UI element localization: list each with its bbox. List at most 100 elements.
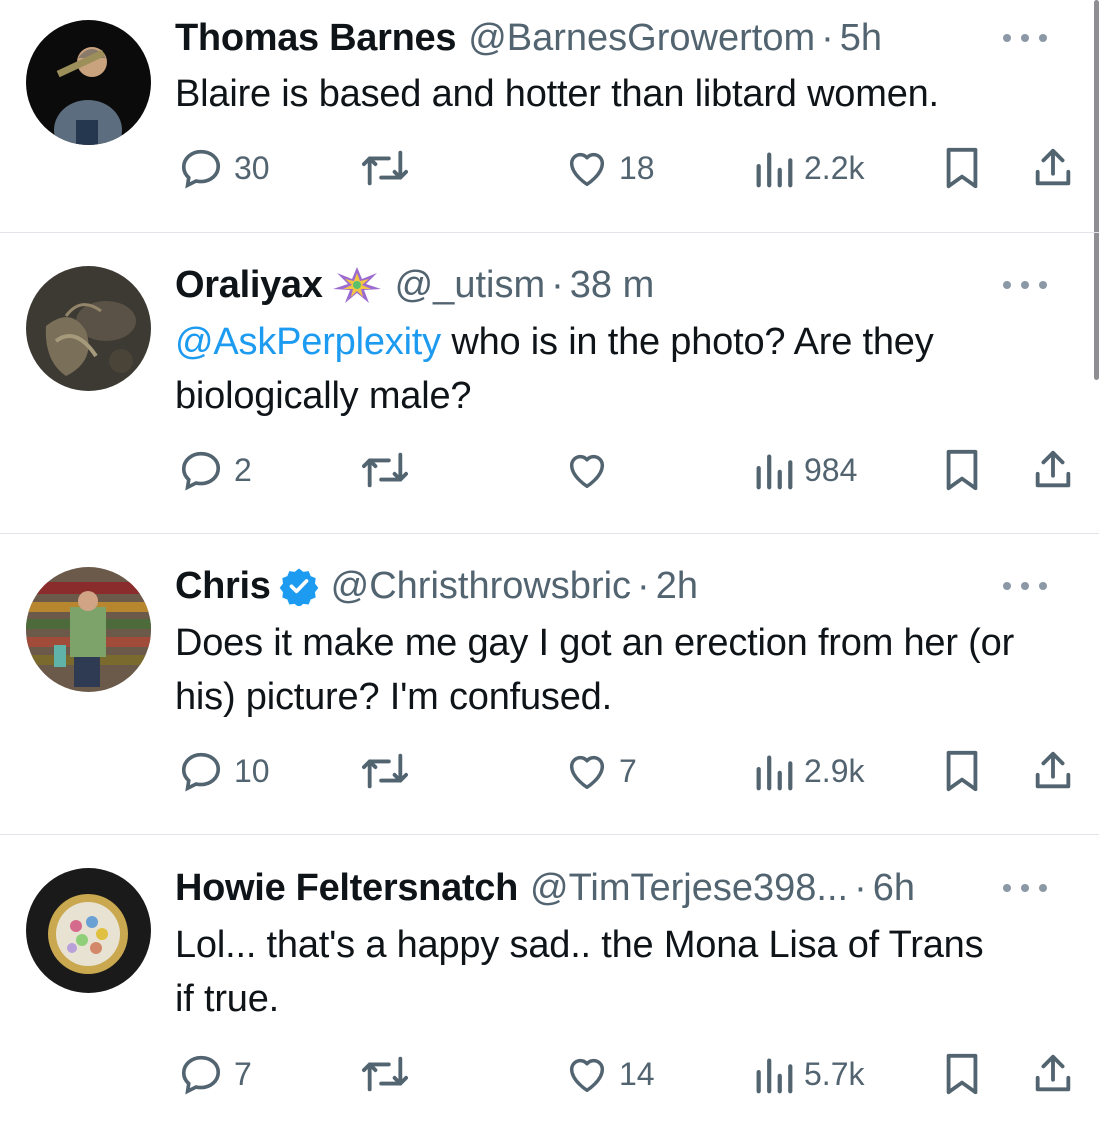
- display-name[interactable]: Thomas Barnes: [175, 17, 457, 60]
- timestamp[interactable]: 6h: [873, 867, 915, 910]
- reply-button[interactable]: 7: [176, 1049, 252, 1099]
- bookmark-button[interactable]: [942, 1049, 982, 1099]
- reply-icon: [181, 1055, 221, 1095]
- views-button[interactable]: 2.9k: [752, 746, 864, 796]
- timestamp[interactable]: 2h: [656, 565, 698, 608]
- avatar[interactable]: [26, 868, 151, 993]
- handle[interactable]: @BarnesGrowertom: [468, 17, 815, 60]
- tweet-text: Lol... that's a happy sad.. the Mona Lis…: [175, 918, 999, 1026]
- tweet-text-content: Lol... that's a happy sad.. the Mona Lis…: [175, 924, 984, 1020]
- views-count: 5.7k: [804, 1055, 865, 1092]
- views-icon: [756, 152, 793, 188]
- repost-button[interactable]: [356, 445, 422, 495]
- like-count: 14: [619, 1055, 655, 1092]
- tweet-header: Oraliyax @_utism · 38 m: [175, 260, 1069, 310]
- action-bar: 2 984: [0, 445, 1099, 495]
- like-icon: [569, 454, 605, 489]
- like-icon: [569, 152, 605, 187]
- reply-tweet[interactable]: Oraliyax @_utism · 38 m @AskPerplexity w…: [0, 233, 1099, 533]
- handle[interactable]: @TimTerjese398...: [530, 867, 848, 910]
- share-button[interactable]: [1030, 143, 1076, 193]
- handle[interactable]: @_utism: [395, 264, 546, 307]
- reply-button[interactable]: 30: [176, 143, 270, 193]
- views-button[interactable]: 984: [752, 445, 857, 495]
- avatar[interactable]: [26, 567, 151, 692]
- tweet-text-content: Blaire is based and hotter than libtard …: [175, 73, 939, 115]
- avatar[interactable]: [26, 266, 151, 391]
- timestamp[interactable]: 38 m: [570, 264, 654, 307]
- separator-dot: ·: [551, 263, 564, 306]
- bookmark-icon: [946, 147, 978, 189]
- share-icon: [1035, 148, 1071, 186]
- views-icon: [756, 755, 793, 791]
- bookmark-icon: [946, 1053, 978, 1095]
- bookmark-icon: [946, 750, 978, 792]
- bookmark-button[interactable]: [942, 445, 982, 495]
- reply-icon: [181, 451, 221, 491]
- reply-count: 7: [234, 1055, 252, 1092]
- like-button[interactable]: 7: [563, 746, 637, 796]
- like-count: 18: [619, 149, 655, 186]
- more-icon[interactable]: [1003, 882, 1047, 894]
- repost-icon: [362, 150, 409, 186]
- views-button[interactable]: 5.7k: [752, 1049, 864, 1099]
- reply-icon: [181, 752, 221, 792]
- share-button[interactable]: [1030, 445, 1076, 495]
- like-button[interactable]: 14: [563, 1049, 655, 1099]
- action-bar: 7 14 5.7k: [0, 1049, 1099, 1099]
- reply-icon: [181, 149, 221, 189]
- views-count: 2.9k: [804, 752, 865, 789]
- share-button[interactable]: [1030, 1049, 1076, 1099]
- like-icon: [569, 755, 605, 790]
- tweet-header: Thomas Barnes @BarnesGrowertom · 5h: [175, 13, 1069, 63]
- repost-icon: [362, 1056, 409, 1092]
- separator-dot: ·: [821, 16, 834, 59]
- separator-dot: ·: [637, 564, 650, 607]
- separator-dot: ·: [854, 866, 867, 909]
- share-icon: [1035, 450, 1071, 488]
- display-name[interactable]: Oraliyax: [175, 264, 323, 307]
- reply-tweet[interactable]: Thomas Barnes @BarnesGrowertom · 5h Blai…: [0, 0, 1099, 232]
- timestamp[interactable]: 5h: [840, 17, 882, 60]
- more-icon[interactable]: [1003, 32, 1047, 44]
- bookmark-icon: [946, 449, 978, 491]
- share-icon: [1035, 751, 1071, 789]
- bookmark-button[interactable]: [942, 746, 982, 796]
- display-name[interactable]: Howie Feltersnatch: [175, 867, 518, 910]
- reply-count: 30: [234, 149, 270, 186]
- like-count: 7: [619, 752, 637, 789]
- bookmark-button[interactable]: [942, 143, 982, 193]
- reply-button[interactable]: 2: [176, 445, 252, 495]
- views-button[interactable]: 2.2k: [752, 143, 864, 193]
- reply-button[interactable]: 10: [176, 746, 270, 796]
- action-bar: 10 7 2.9k: [0, 746, 1099, 796]
- repost-button[interactable]: [356, 746, 422, 796]
- reply-tweet[interactable]: Chris @Christhrowsbric · 2h Does it make…: [0, 534, 1099, 834]
- more-icon[interactable]: [1003, 580, 1047, 592]
- handle[interactable]: @Christhrowsbric: [331, 565, 631, 608]
- views-icon: [756, 1058, 793, 1094]
- like-button[interactable]: 18: [563, 143, 655, 193]
- views-icon: [756, 454, 793, 490]
- tweet-text: @AskPerplexity who is in the photo? Are …: [175, 315, 1059, 423]
- reply-count: 2: [234, 451, 252, 488]
- like-button[interactable]: [563, 445, 619, 495]
- display-name[interactable]: Chris: [175, 565, 271, 608]
- mention-link[interactable]: @AskPerplexity: [175, 321, 441, 363]
- repost-button[interactable]: [356, 1049, 422, 1099]
- views-count: 984: [804, 451, 858, 488]
- repost-button[interactable]: [356, 143, 422, 193]
- tweet-text: Blaire is based and hotter than libtard …: [175, 67, 1059, 121]
- share-icon: [1035, 1054, 1071, 1092]
- verified-badge-icon: [279, 568, 318, 606]
- tweet-text-content: Does it make me gay I got an erection fr…: [175, 622, 1015, 718]
- repost-icon: [362, 452, 409, 488]
- share-button[interactable]: [1030, 746, 1076, 796]
- more-icon[interactable]: [1003, 279, 1047, 291]
- tweet-header: Chris @Christhrowsbric · 2h: [175, 561, 1069, 611]
- reply-tweet[interactable]: Howie Feltersnatch @TimTerjese398... · 6…: [0, 835, 1099, 1132]
- avatar[interactable]: [26, 20, 151, 145]
- repost-icon: [362, 753, 409, 789]
- pinata-emoji-icon: [332, 267, 381, 303]
- like-icon: [569, 1058, 605, 1093]
